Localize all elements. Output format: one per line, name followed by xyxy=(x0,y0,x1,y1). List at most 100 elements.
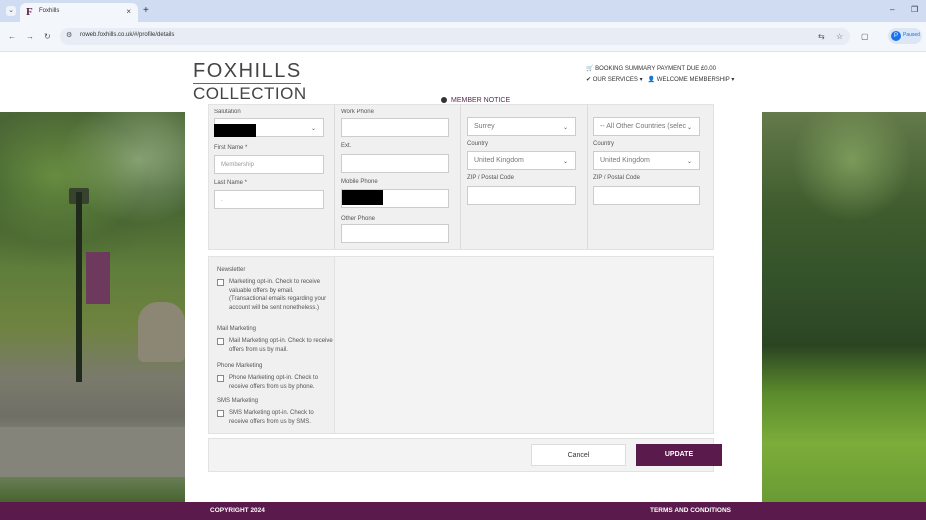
extensions-icon[interactable]: ▢ xyxy=(861,32,869,41)
column-divider xyxy=(460,104,461,250)
main-content: FOXHILLS COLLECTION 🛒 BOOKING SUMMARY PA… xyxy=(185,52,762,502)
favicon-icon: F xyxy=(26,6,33,18)
web-page: FOXHILLS COLLECTION 🛒 BOOKING SUMMARY PA… xyxy=(0,52,926,520)
cart-icon: 🛒 xyxy=(586,66,594,72)
user-icon: 👤 xyxy=(647,77,656,83)
chevron-down-icon: ⌄ xyxy=(686,124,692,131)
salutation-label: Salutation xyxy=(214,109,241,113)
stone-urn xyxy=(138,302,185,362)
phone-optin-text: Phone Marketing opt-in. Check to receive… xyxy=(229,375,319,390)
zip-label: ZIP / Postal Code xyxy=(467,175,514,181)
first-name-label: First Name * xyxy=(214,145,248,151)
member-notice-link[interactable]: MEMBER NOTICE xyxy=(441,97,510,104)
mail-marketing-heading: Mail Marketing xyxy=(217,326,257,332)
reload-icon[interactable]: ↻ xyxy=(44,32,51,41)
site-info-icon[interactable]: ⚙ xyxy=(66,31,72,39)
chevron-down-icon: ⌄ xyxy=(562,125,568,131)
last-name-label: Last Name * xyxy=(214,180,248,186)
ext-label: Ext. xyxy=(341,143,352,149)
header-links: 🛒 BOOKING SUMMARY PAYMENT DUE £0.00 ✔ OU… xyxy=(586,64,734,86)
chevron-down-icon: ▾ xyxy=(639,77,643,83)
new-tab-icon[interactable]: + xyxy=(143,5,149,16)
redacted-block xyxy=(214,124,256,137)
first-name-input[interactable]: Membership xyxy=(214,155,324,174)
browser-tab[interactable]: F Foxhills × xyxy=(20,3,138,22)
profile-avatar-icon: P xyxy=(891,31,901,41)
welcome-menu[interactable]: WELCOME MEMBERSHIP xyxy=(657,77,730,83)
check-icon: ✔ xyxy=(586,77,592,83)
tab-title: Foxhills xyxy=(39,8,60,14)
sms-optin-text: SMS Marketing opt-in. Check to receive o… xyxy=(229,410,314,425)
phone-marketing-heading: Phone Marketing xyxy=(217,363,263,369)
lamp-post xyxy=(76,192,82,382)
profile-paused-button[interactable]: P Paused xyxy=(888,28,922,44)
lamp-banner xyxy=(86,252,110,304)
marketing-optins-panel: Newsletter Marketing opt-in. Check to re… xyxy=(208,256,335,434)
country-select[interactable]: United Kingdom ⌄ xyxy=(467,151,576,170)
booking-summary-link[interactable]: BOOKING SUMMARY xyxy=(595,66,655,72)
update-button[interactable]: UPDATE xyxy=(636,444,722,466)
payment-due-link[interactable]: PAYMENT DUE £0.00 xyxy=(657,66,716,72)
empty-panel xyxy=(335,256,714,434)
footer: COPYRIGHT 2024 TERMS AND CONDITIONS xyxy=(0,502,926,520)
chevron-down-icon: ⌄ xyxy=(310,126,316,132)
tab-search-icon[interactable]: ⌄ xyxy=(6,6,16,16)
chevron-down-icon: ⌄ xyxy=(562,159,568,165)
background-photo-left xyxy=(0,112,185,502)
restore-icon[interactable]: ❐ xyxy=(911,5,918,14)
zip-input[interactable] xyxy=(467,186,576,205)
work-phone-label: Work Phone xyxy=(341,109,374,113)
minimize-icon[interactable]: – xyxy=(890,5,894,14)
column-divider xyxy=(334,104,335,250)
paused-label: Paused xyxy=(903,32,920,38)
country-label: Country xyxy=(467,141,489,147)
newsletter-optin-text: Marketing opt-in. Check to receive valua… xyxy=(229,279,327,311)
zip-label-other: ZIP / Postal Code xyxy=(593,175,640,181)
back-icon[interactable]: ← xyxy=(8,32,16,41)
info-icon xyxy=(441,97,447,103)
url-field[interactable]: ⚙ roweb.foxhills.co.uk/#/profile/details xyxy=(60,28,850,45)
other-phone-label: Other Phone xyxy=(341,216,376,222)
mail-optin-text: Mail Marketing opt-in. Check to receive … xyxy=(229,338,333,353)
address-bar-row: ← → ↻ ⚙ roweb.foxhills.co.uk/#/profile/d… xyxy=(0,22,926,52)
chevron-down-icon: ⌄ xyxy=(686,159,692,165)
last-name-input[interactable]: . xyxy=(214,190,324,209)
column-divider xyxy=(587,104,588,250)
sms-checkbox[interactable] xyxy=(217,410,224,417)
newsletter-checkbox[interactable] xyxy=(217,279,224,286)
terms-link[interactable]: TERMS AND CONDITIONS xyxy=(650,507,731,514)
county-select[interactable]: Surrey ⌄ xyxy=(467,117,576,136)
cancel-button[interactable]: Cancel xyxy=(531,444,626,466)
bookmark-star-icon[interactable]: ☆ xyxy=(836,32,843,41)
driveway xyxy=(0,427,185,477)
chevron-down-icon: ▾ xyxy=(731,77,735,83)
redacted-block xyxy=(342,190,383,205)
phone-checkbox[interactable] xyxy=(217,375,224,382)
mobile-phone-label: Mobile Phone xyxy=(341,179,378,185)
county-value: Surrey xyxy=(474,123,495,130)
copyright-text: COPYRIGHT 2024 xyxy=(210,507,265,514)
zip-input-other[interactable] xyxy=(593,186,700,205)
browser-tab-bar: ⌄ F Foxhills × + – ❐ xyxy=(0,0,926,22)
logo-foxhills[interactable]: FOXHILLS xyxy=(193,60,302,83)
forward-icon[interactable]: → xyxy=(26,32,34,41)
other-phone-input[interactable] xyxy=(341,224,449,243)
url-text: roweb.foxhills.co.uk/#/profile/details xyxy=(80,32,175,38)
translate-icon[interactable]: ⇆ xyxy=(818,32,825,41)
logo-collection[interactable]: COLLECTION xyxy=(193,84,307,104)
mail-checkbox[interactable] xyxy=(217,338,224,345)
country-select-other[interactable]: United Kingdom ⌄ xyxy=(593,151,700,170)
newsletter-heading: Newsletter xyxy=(217,267,246,273)
background-photo-right xyxy=(762,112,926,502)
country-value-other: United Kingdom xyxy=(600,157,650,164)
tab-close-icon[interactable]: × xyxy=(126,7,131,16)
ext-input[interactable] xyxy=(341,154,449,173)
member-notice-label: MEMBER NOTICE xyxy=(451,97,511,104)
country-value: United Kingdom xyxy=(474,157,524,164)
county-select-other[interactable]: -- All Other Countries (selec ⌄ xyxy=(593,117,700,136)
country-label-other: Country xyxy=(593,141,615,147)
work-phone-input[interactable] xyxy=(341,118,449,137)
county-value-other: -- All Other Countries (selec xyxy=(600,123,686,130)
sms-marketing-heading: SMS Marketing xyxy=(217,398,259,404)
our-services-menu[interactable]: OUR SERVICES xyxy=(593,77,638,83)
